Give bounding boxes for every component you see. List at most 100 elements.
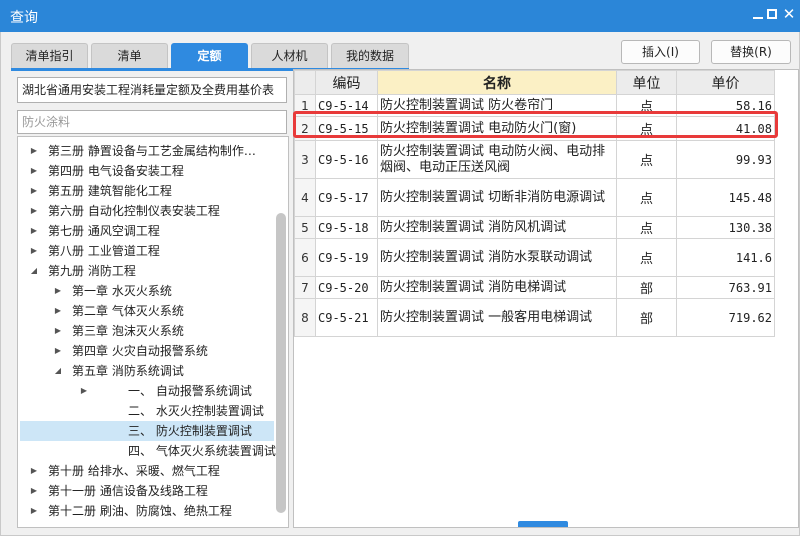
expand-arrow-icon[interactable]: ▶ bbox=[28, 141, 40, 161]
maximize-icon[interactable] bbox=[767, 9, 777, 19]
code-cell: C9-5-20 bbox=[315, 276, 378, 299]
tree-node[interactable]: ▶ 第三册 静置设备与工艺金属结构制作… bbox=[20, 141, 274, 161]
unit-cell: 点 bbox=[616, 238, 677, 277]
tab-labor-material[interactable]: 人材机 bbox=[251, 43, 328, 69]
tree-node[interactable]: ▶ 第四册 电气设备安装工程 bbox=[20, 161, 274, 181]
table-row[interactable]: 3 C9-5-16 防火控制装置调试 电动防火阀、电动排烟阀、电动正压送风阀点 99.… bbox=[294, 140, 775, 179]
name-cell: 防火控制装置调试 消防风机调试 bbox=[377, 216, 617, 239]
quota-table: 编码 名称 单位 单价 1 C9-5-14 防火控制装置调试 防火卷帘门点 58.16… bbox=[293, 69, 799, 528]
tree-node[interactable]: ▶ 第十二册 刷油、防腐蚀、绝热工程 bbox=[20, 501, 274, 521]
tree-node-label: 二、 水灭火控制装置调试 bbox=[128, 404, 264, 418]
tree-node[interactable]: ▶ 第五册 建筑智能化工程 bbox=[20, 181, 274, 201]
table-row[interactable]: 1 C9-5-14 防火控制装置调试 防火卷帘门点 58.16 bbox=[294, 94, 775, 117]
expand-arrow-icon[interactable]: ▶ bbox=[28, 241, 40, 261]
tree-node-label: 第六册 自动化控制仪表安装工程 bbox=[48, 204, 220, 218]
name-cell: 防火控制装置调试 切断非消防电源调试 bbox=[377, 178, 617, 217]
price-cell: 58.16 bbox=[676, 94, 775, 117]
expand-arrow-icon[interactable]: ▶ bbox=[52, 321, 64, 341]
table-row[interactable]: 8 C9-5-21 防火控制装置调试 一般客用电梯调试部 719.62 bbox=[294, 298, 775, 337]
tab-quota[interactable]: 定额 bbox=[171, 43, 248, 69]
tree-node[interactable]: ◢ 第九册 消防工程 bbox=[20, 261, 274, 281]
minimize-icon[interactable] bbox=[751, 8, 765, 22]
table-row[interactable]: 2 C9-5-15 防火控制装置调试 电动防火门(窗) 点 41.08 bbox=[294, 116, 775, 141]
table-header-row: 编码 名称 单位 单价 bbox=[294, 70, 775, 95]
insert-button[interactable]: 插入(I) bbox=[621, 40, 700, 64]
header-index bbox=[294, 70, 316, 95]
table-row[interactable]: 4 C9-5-17 防火控制装置调试 切断非消防电源调试点 145.48 bbox=[294, 178, 775, 217]
name-cell: 防火控制装置调试 电动防火门(窗) bbox=[377, 116, 617, 141]
table-row[interactable]: 6 C9-5-19 防火控制装置调试 消防水泵联动调试点 141.6 bbox=[294, 238, 775, 277]
tree-node[interactable]: 二、 水灭火控制装置调试 bbox=[20, 401, 274, 421]
collapse-arrow-icon[interactable]: ◢ bbox=[52, 361, 64, 381]
tree-node[interactable]: ▶ 第四章 火灾自动报警系统 bbox=[20, 341, 274, 361]
tree-scrollbar[interactable] bbox=[276, 141, 286, 523]
library-select[interactable]: 湖北省通用安装工程消耗量定额及全费用基价表 bbox=[17, 77, 287, 103]
tree-node-label: 第三册 静置设备与工艺金属结构制作… bbox=[48, 144, 256, 158]
expand-arrow-icon[interactable]: ▶ bbox=[28, 161, 40, 181]
table-row[interactable]: 5 C9-5-18 防火控制装置调试 消防风机调试点 130.38 bbox=[294, 216, 775, 239]
code-cell: C9-5-21 bbox=[315, 298, 378, 337]
tree-node-label: 第五册 建筑智能化工程 bbox=[48, 184, 172, 198]
code-cell: C9-5-14 bbox=[315, 94, 378, 117]
expand-arrow-icon[interactable]: ▶ bbox=[28, 501, 40, 521]
tab-list-guide[interactable]: 清单指引 bbox=[11, 43, 88, 69]
replace-button[interactable]: 替换(R) bbox=[711, 40, 791, 64]
tree-node-label: 第七册 通风空调工程 bbox=[48, 224, 160, 238]
tree-node-label: 第四章 火灾自动报警系统 bbox=[72, 344, 208, 358]
expand-arrow-icon[interactable]: ▶ bbox=[78, 381, 90, 401]
row-index: 7 bbox=[294, 276, 316, 299]
expand-arrow-icon[interactable]: ▶ bbox=[28, 221, 40, 241]
tree-scrollbar-thumb[interactable] bbox=[276, 213, 286, 513]
tree-node[interactable]: ▶ 第六册 自动化控制仪表安装工程 bbox=[20, 201, 274, 221]
header-name[interactable]: 名称 bbox=[377, 70, 617, 95]
tree-node[interactable]: ▶ 第一章 水灭火系统 bbox=[20, 281, 274, 301]
unit-cell: 点 bbox=[616, 178, 677, 217]
expand-arrow-icon[interactable]: ▶ bbox=[52, 281, 64, 301]
collapse-arrow-icon[interactable]: ◢ bbox=[28, 261, 40, 281]
unit-cell: 部 bbox=[616, 298, 677, 337]
tree-node[interactable]: 三、 防火控制装置调试 bbox=[20, 421, 274, 441]
header-unit[interactable]: 单位 bbox=[616, 70, 677, 95]
tree-node[interactable]: ▶ 第八册 工业管道工程 bbox=[20, 241, 274, 261]
tree-node-label: 三、 防火控制装置调试 bbox=[128, 424, 252, 438]
row-index: 3 bbox=[294, 140, 316, 179]
row-index: 5 bbox=[294, 216, 316, 239]
tree-node[interactable]: 四、 气体灭火系统装置调试 bbox=[20, 441, 276, 461]
tree-node[interactable]: ▶ 第二章 气体灭火系统 bbox=[20, 301, 274, 321]
tree-node[interactable]: ◢ 第五章 消防系统调试 bbox=[20, 361, 274, 381]
price-cell: 145.48 bbox=[676, 178, 775, 217]
tree-node-label: 第三章 泡沫灭火系统 bbox=[72, 324, 184, 338]
grid-resize-handle[interactable] bbox=[518, 521, 568, 527]
tree-node[interactable]: ▶ 第十册 给排水、采暖、燃气工程 bbox=[20, 461, 274, 481]
search-input[interactable] bbox=[17, 110, 287, 134]
tree-node[interactable]: ▶ 第三章 泡沫灭火系统 bbox=[20, 321, 274, 341]
header-code[interactable]: 编码 bbox=[315, 70, 378, 95]
expand-arrow-icon[interactable]: ▶ bbox=[28, 481, 40, 501]
window-title: 查询 bbox=[10, 10, 38, 26]
window-titlebar[interactable]: 查询 ✕ bbox=[0, 0, 800, 32]
expand-arrow-icon[interactable]: ▶ bbox=[28, 181, 40, 201]
library-select-value: 湖北省通用安装工程消耗量定额及全费用基价表 bbox=[22, 83, 274, 97]
tab-list[interactable]: 清单 bbox=[91, 43, 168, 69]
unit-cell: 部 bbox=[616, 276, 677, 299]
tree-node-label: 四、 气体灭火系统装置调试 bbox=[128, 444, 276, 458]
unit-cell: 点 bbox=[616, 116, 677, 141]
header-price[interactable]: 单价 bbox=[676, 70, 775, 95]
name-cell: 防火控制装置调试 消防电梯调试 bbox=[377, 276, 617, 299]
tree-node[interactable]: ▶ 第七册 通风空调工程 bbox=[20, 221, 274, 241]
tree-node[interactable]: ▶ 一、 自动报警系统调试 bbox=[20, 381, 274, 401]
row-index: 4 bbox=[294, 178, 316, 217]
tab-my-data[interactable]: 我的数据 bbox=[331, 43, 409, 69]
unit-cell: 点 bbox=[616, 140, 677, 179]
expand-arrow-icon[interactable]: ▶ bbox=[52, 301, 64, 321]
tree-node[interactable]: ▶ 第十一册 通信设备及线路工程 bbox=[20, 481, 274, 501]
row-index: 8 bbox=[294, 298, 316, 337]
tree-node-label: 第二章 气体灭火系统 bbox=[72, 304, 184, 318]
table-row[interactable]: 7 C9-5-20 防火控制装置调试 消防电梯调试部 763.91 bbox=[294, 276, 775, 299]
expand-arrow-icon[interactable]: ▶ bbox=[52, 341, 64, 361]
close-icon[interactable]: ✕ bbox=[781, 5, 797, 23]
price-cell: 130.38 bbox=[676, 216, 775, 239]
expand-arrow-icon[interactable]: ▶ bbox=[28, 201, 40, 221]
dialog-body: 清单指引 清单 定额 人材机 我的数据 插入(I) 替换(R) 湖北省通用安装工… bbox=[0, 32, 800, 536]
expand-arrow-icon[interactable]: ▶ bbox=[28, 461, 40, 481]
